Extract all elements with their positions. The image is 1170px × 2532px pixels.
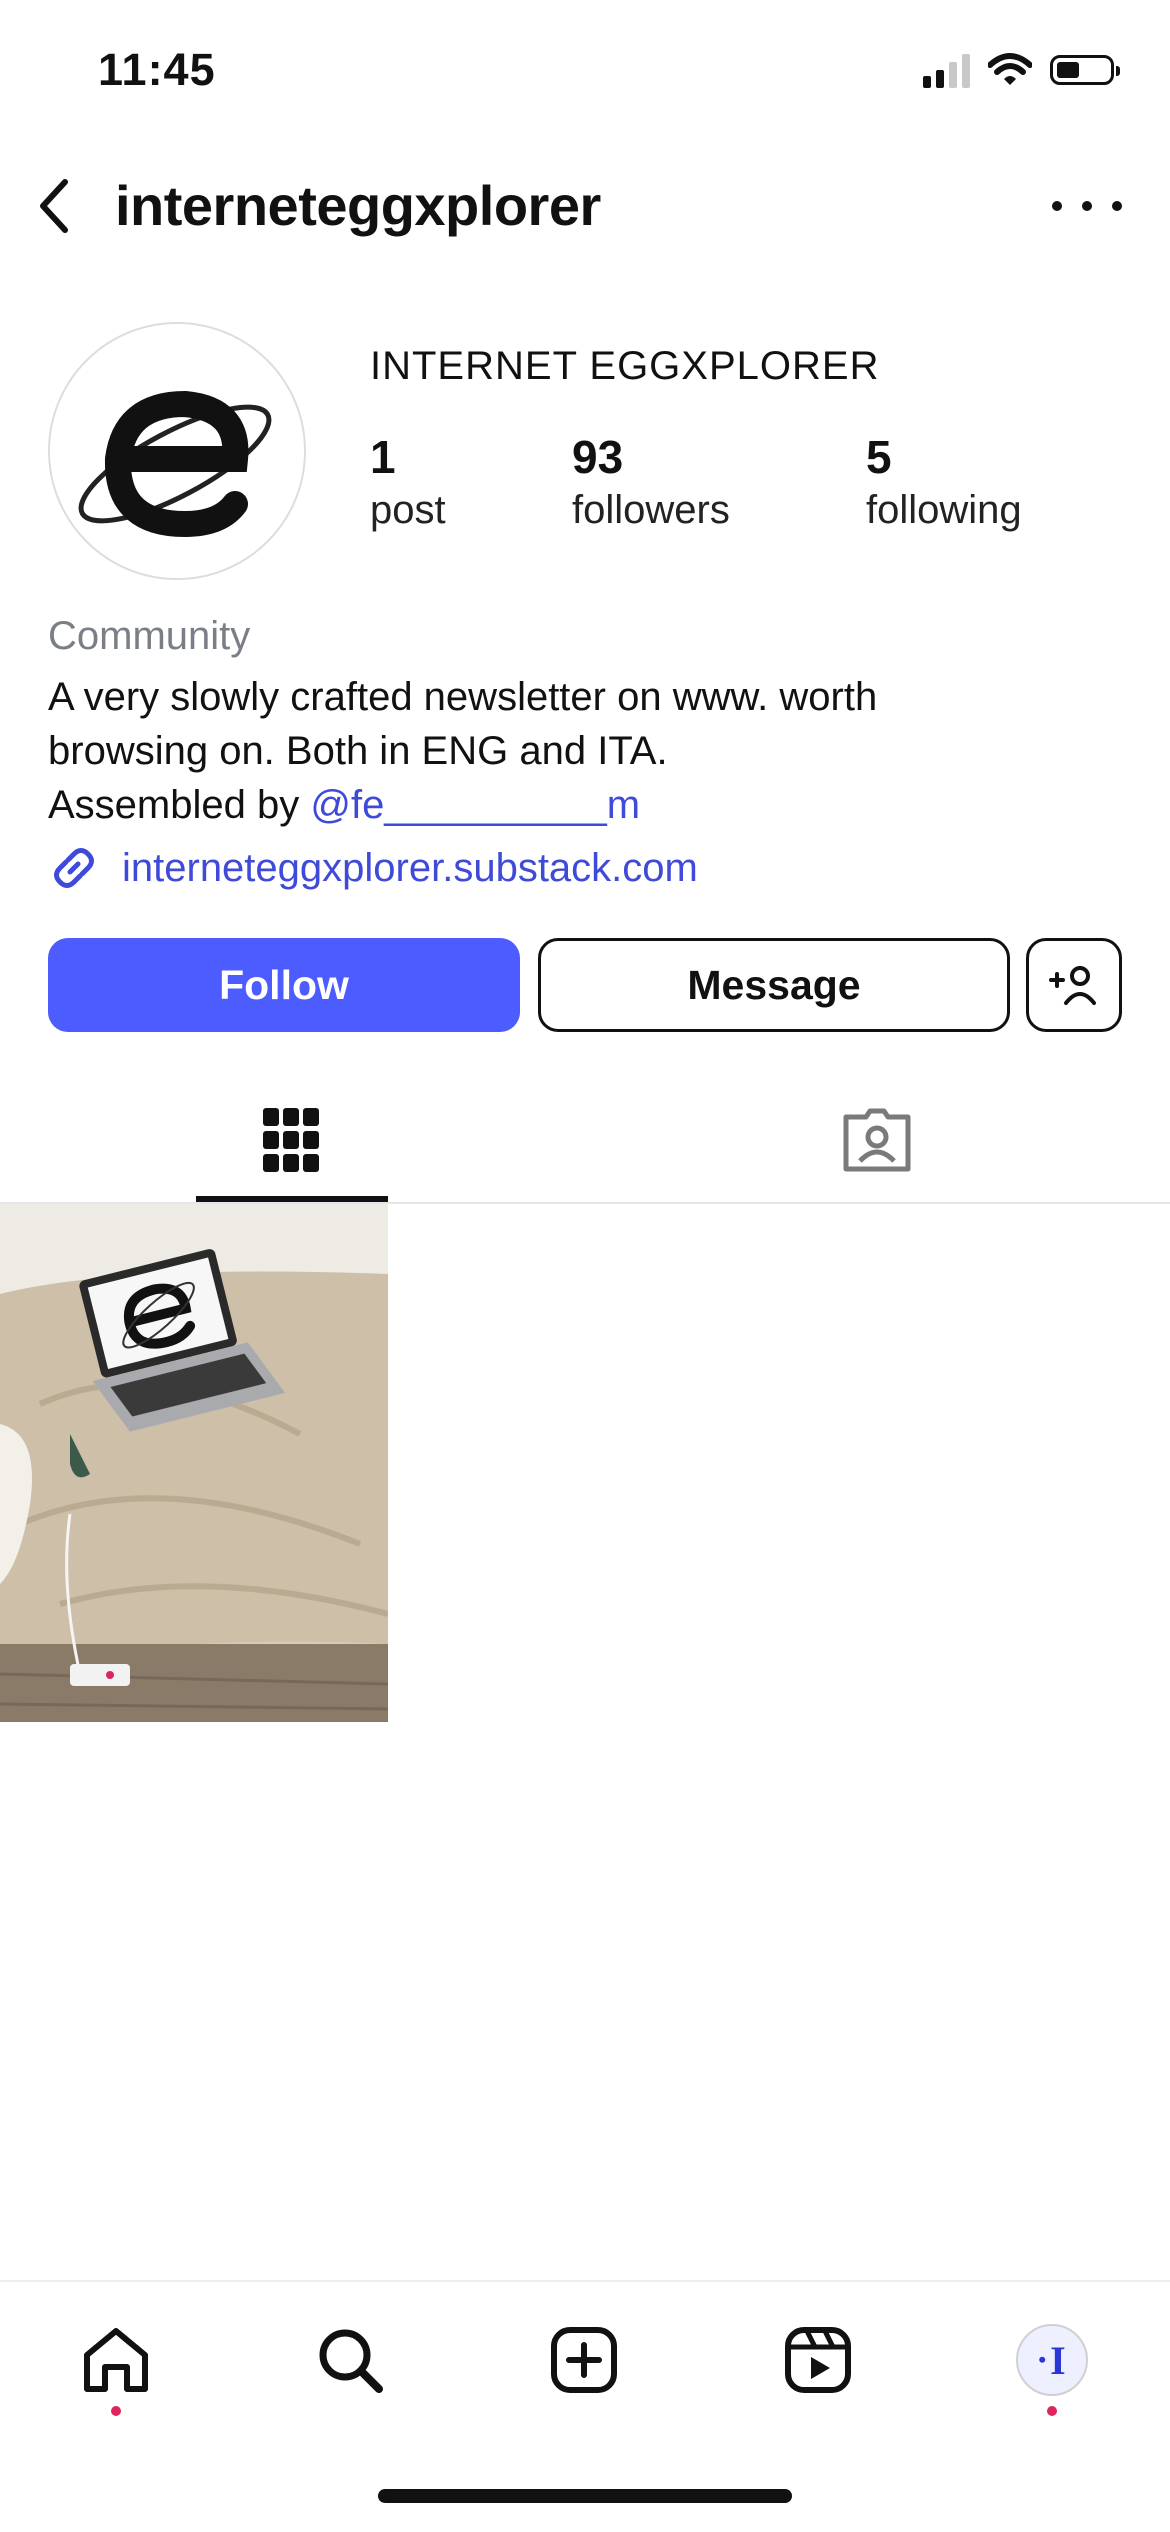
stat-followers[interactable]: 93 followers [572, 430, 730, 536]
nav-profile[interactable]: • I [1002, 2310, 1102, 2410]
reels-icon [785, 2327, 851, 2393]
profile-avatar-large[interactable] [48, 322, 306, 580]
stat-label: post [370, 488, 446, 532]
profile-bio: A very slowly crafted newsletter on www.… [48, 670, 1108, 832]
eggxplorer-logo [78, 390, 272, 538]
grid-icon [263, 1108, 319, 1172]
tagged-person-icon [843, 1108, 911, 1172]
home-indicator [378, 2489, 792, 2503]
tab-tagged[interactable] [782, 1080, 972, 1200]
more-options-button[interactable] [1052, 186, 1122, 226]
stat-count: 93 [572, 431, 624, 483]
suggested-accounts-button[interactable] [1026, 938, 1122, 1032]
search-icon [319, 2329, 383, 2393]
stat-count: 1 [370, 431, 396, 483]
nav-home[interactable] [66, 2310, 166, 2410]
more-dot [1112, 201, 1122, 211]
bottom-nav-divider [0, 2280, 1170, 2282]
bio-line: Assembled by @fe__________m [48, 778, 1108, 832]
more-dot [1052, 201, 1062, 211]
message-button[interactable]: Message [538, 938, 1010, 1032]
profile-display-name: INTERNET EGGXPLORER [370, 344, 880, 388]
cellular-signal-icon [923, 52, 970, 88]
bio-line: browsing on. Both in ENG and ITA. [48, 729, 668, 773]
wifi-icon [988, 53, 1032, 85]
post-image [0, 1204, 388, 1722]
create-icon [551, 2327, 617, 2393]
more-dot [1082, 201, 1092, 211]
nav-reels[interactable] [768, 2310, 868, 2410]
profile-notification-dot [1047, 2406, 1057, 2416]
profile-link-text[interactable]: interneteggxplorer.substack.com [122, 846, 698, 891]
profile-avatar: • I [1016, 2324, 1088, 2396]
add-person-icon [1049, 966, 1096, 1005]
stat-label: following [866, 488, 1022, 532]
stat-label: followers [572, 488, 730, 532]
stat-count: 5 [866, 431, 892, 483]
back-button[interactable] [24, 170, 84, 242]
bio-mention-link[interactable]: @fe__________m [310, 783, 640, 827]
home-notification-dot [111, 2406, 121, 2416]
follow-button[interactable]: Follow [48, 938, 520, 1032]
stat-following[interactable]: 5 following [866, 430, 1022, 536]
nav-create[interactable] [534, 2310, 634, 2410]
bio-line: A very slowly crafted newsletter on www.… [48, 675, 878, 719]
chevron-left-icon [40, 179, 68, 233]
stat-posts[interactable]: 1 post [370, 430, 446, 536]
home-icon [84, 2328, 148, 2392]
link-icon [54, 848, 94, 888]
nav-search[interactable] [300, 2310, 400, 2410]
profile-category: Community [48, 614, 251, 658]
battery-icon [1050, 55, 1120, 85]
status-icons [923, 52, 1120, 88]
post-thumbnail[interactable] [0, 1204, 388, 1722]
status-time: 11:45 [98, 44, 216, 95]
profile-username: interneteggxplorer [115, 174, 601, 237]
bio-text: Assembled by [48, 783, 311, 827]
profile-link[interactable]: interneteggxplorer.substack.com [48, 842, 698, 894]
tab-grid[interactable] [196, 1080, 386, 1200]
